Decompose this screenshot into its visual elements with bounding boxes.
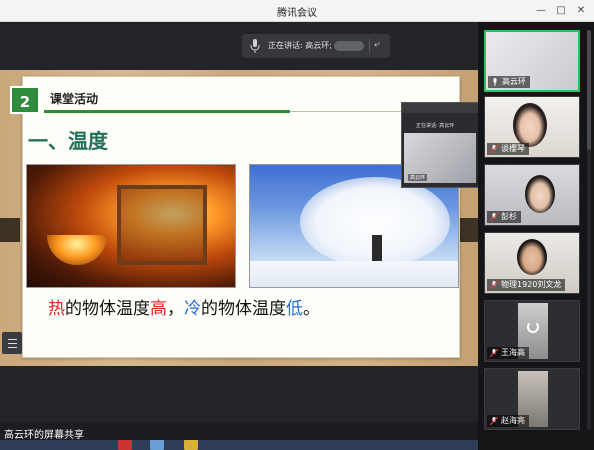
status-bar: 高云环的屏幕共享 [0,422,478,450]
molten-ladle [47,235,107,265]
title-underline [44,110,290,113]
shared-taskbar [0,440,478,450]
caption-comma: ， [167,299,184,319]
participant-tile[interactable]: 物理1920刘文龙 [484,232,580,294]
microphone-muted-icon [490,213,498,221]
mini-window-bar[interactable] [402,103,478,113]
caption-text-1: 的物体温度 [65,299,150,319]
caption-period: 。 [303,299,320,319]
slide-heading: 一、温度 [28,129,108,153]
participant-name: 物理1920刘文龙 [487,279,566,291]
caption-hot: 热 [48,299,65,319]
microphone-muted-icon [490,281,498,289]
participant-name: 谈櫻琴 [487,143,529,155]
slide-caption: 热的物体温度高，冷的物体温度低。 [48,294,320,319]
caption-cold: 冷 [184,299,201,319]
mini-video-name: 高云环 [408,174,428,181]
folder-icon [184,440,198,450]
snow-ground [250,261,458,287]
participant-tile[interactable]: 彭杉 [484,164,580,226]
floating-meeting-window[interactable]: 正在讲话: 高云环 高云环 [401,102,479,188]
caption-high: 高 [150,299,167,319]
microphone-muted-icon [490,417,498,425]
minimize-icon[interactable]: — [533,3,549,19]
meeting-window: 腾讯会议 — □ ✕ 正在讲话: 高云环; ⤶ 2 课堂活动 一、温度 热的物体… [0,0,594,450]
microphone-muted-icon [490,145,498,153]
maximize-icon[interactable]: □ [553,3,569,19]
slide-section-title: 课堂活动 [50,92,99,106]
participant-face [517,239,547,275]
participant-tile[interactable]: 高云环 [484,30,580,92]
participant-tile[interactable]: 王海高 [484,300,580,362]
pdf-icon [118,440,132,450]
list-icon[interactable] [2,332,22,354]
microphone-muted-icon [490,349,498,357]
participant-face [525,175,555,213]
close-icon[interactable]: ✕ [573,3,589,19]
mini-speaking-label: 正在讲话: 高云环 [416,123,455,129]
slide-content: 2 课堂活动 一、温度 热的物体温度高，冷的物体温度低。 [0,0,478,420]
participant-tile[interactable]: 赵海亮 [484,368,580,430]
mini-video: 高云环 [404,133,476,183]
participant-name: 高云环 [488,76,530,88]
participant-name: 赵海亮 [487,415,529,427]
participant-name: 王海高 [487,347,529,359]
app-icon [150,440,164,450]
screen-share-label: 高云环的屏幕共享 [4,430,84,441]
slide-number: 2 [10,86,40,114]
participant-scrollbar[interactable] [587,30,591,430]
furnace-frame [117,185,207,265]
participant-face [513,103,547,147]
participant-tile[interactable]: 谈櫻琴 [484,96,580,158]
scrollbar-thumb[interactable] [587,30,591,150]
microphone-icon [493,78,497,86]
participant-name: 彭杉 [487,211,521,223]
caption-text-2: 的物体温度 [201,299,286,319]
caption-low: 低 [286,299,303,319]
loading-icon [527,321,539,333]
furnace-photo [26,164,236,288]
